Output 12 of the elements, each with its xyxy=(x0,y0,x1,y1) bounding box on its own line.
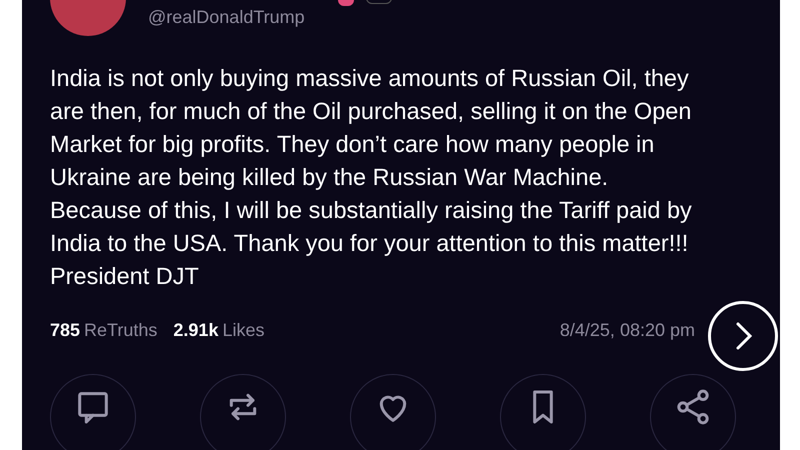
stat-count: 785 xyxy=(50,319,80,342)
stat-label[interactable]: ReTruths xyxy=(84,317,158,344)
reply-button[interactable] xyxy=(50,374,136,450)
like-button[interactable] xyxy=(350,374,436,450)
user-handle[interactable]: @realDonaldTrump xyxy=(148,7,392,27)
retruth-button[interactable] xyxy=(200,374,286,450)
stat-count: 2.91k xyxy=(173,319,218,342)
post-timestamp: 8/4/25, 08:20 pm xyxy=(560,319,695,342)
bookmark-button[interactable] xyxy=(500,374,586,450)
share-button[interactable] xyxy=(650,374,736,450)
stat-label[interactable]: Likes xyxy=(222,317,264,344)
post-text: India is not only buying massive amounts of Russian Oil, they are then, for much of the Oil purchased, selling it on the Open Market for big profits. They don’t care how many people in Ukraine are being killed by the Russian War Machine. Because of this, I will be substantially raising the Tariff paid by India to the USA. Thank you for your attention to this matter!!! President DJT xyxy=(50,64,693,291)
